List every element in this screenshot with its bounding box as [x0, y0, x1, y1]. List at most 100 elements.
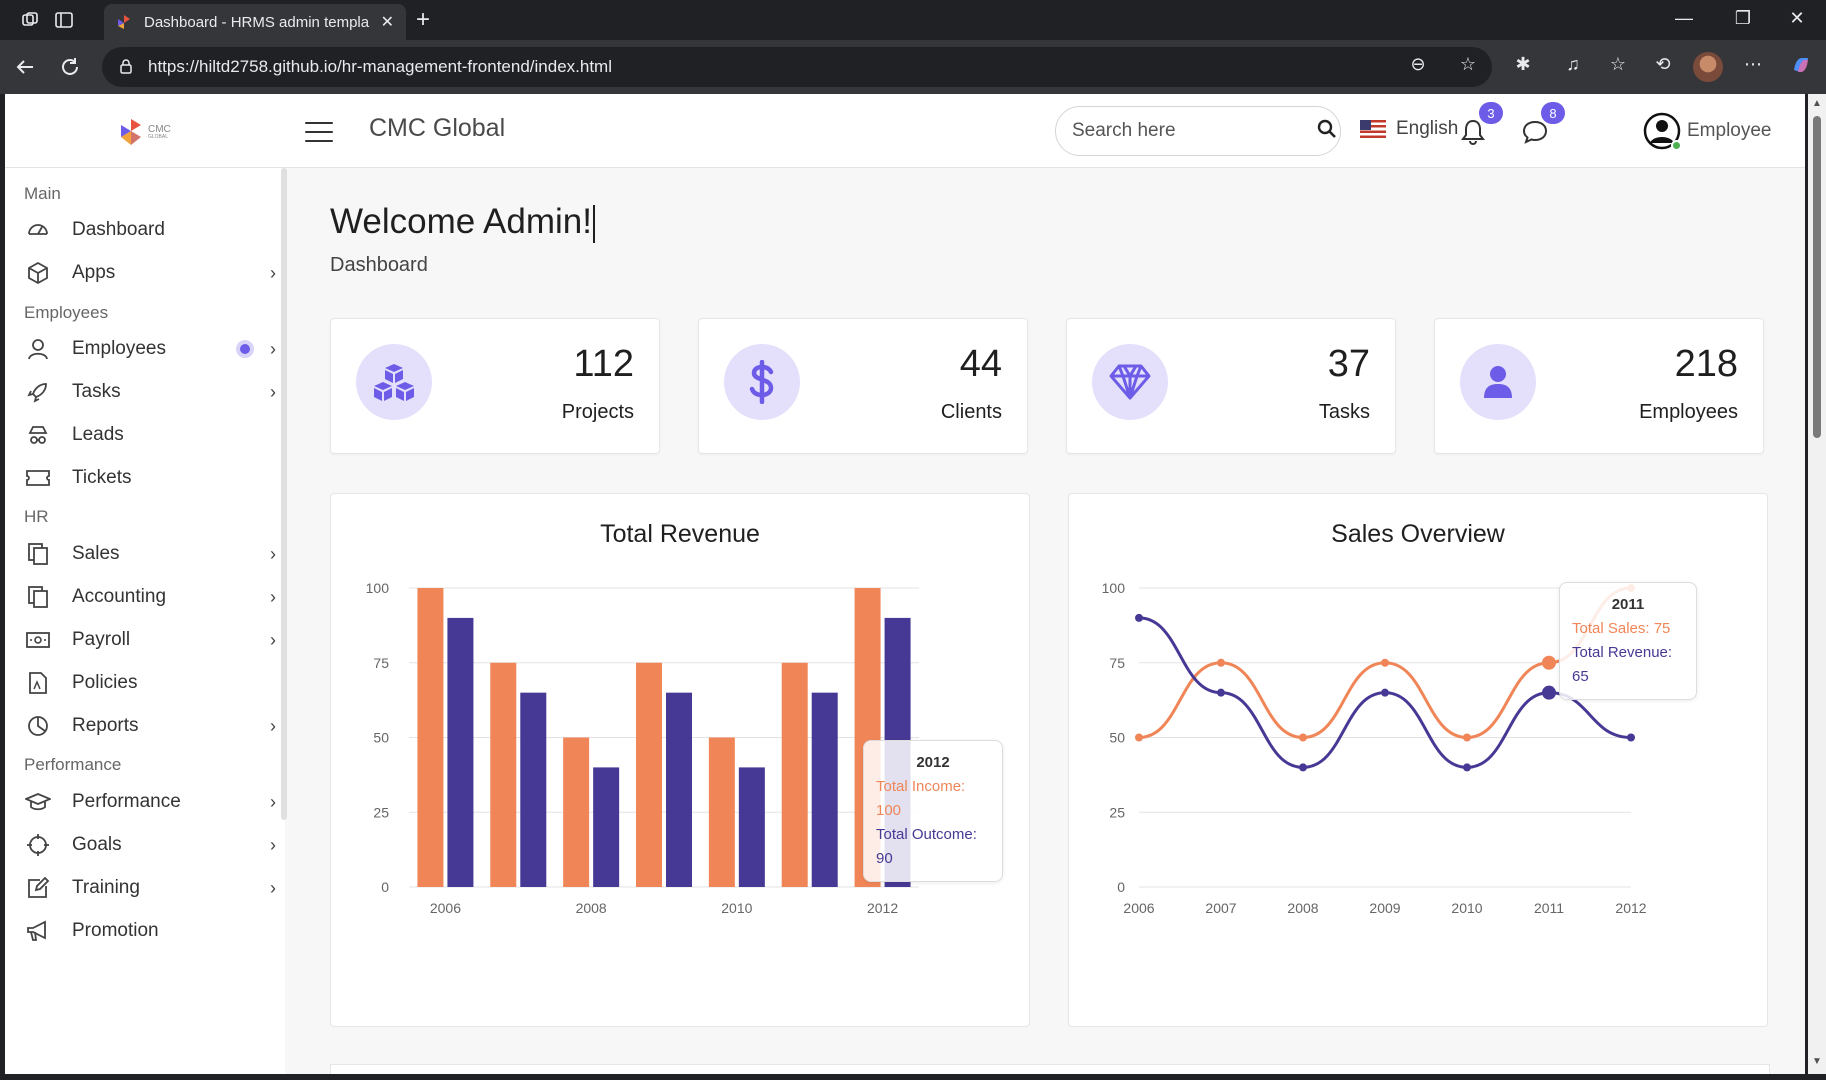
extensions-icon[interactable]: ✱ [1510, 54, 1536, 75]
next-row-cards [330, 1064, 1770, 1074]
sidebar-item-label: Training [72, 877, 140, 898]
back-icon[interactable] [12, 54, 38, 80]
megaphone-icon [24, 917, 52, 945]
sidebar-item-payroll[interactable]: Payroll › [24, 620, 276, 660]
stat-card-employees[interactable]: 218 Employees [1434, 318, 1764, 454]
sidebar: Main Dashboard Apps › Employees Employee… [5, 168, 285, 1074]
total-revenue-card: Total Revenue 0 25 50 75 100 2006 2008 2010 2012… [330, 493, 1030, 1027]
scroll-up-arrow-icon[interactable]: ▲ [1812, 98, 1822, 109]
stat-card-clients[interactable]: 44 Clients [698, 318, 1028, 454]
logo[interactable]: CMC GLOBAL [117, 116, 177, 148]
data-point [1463, 763, 1471, 772]
sidebar-item-label: Apps [72, 262, 116, 283]
sidebar-item-label: Dashboard [72, 219, 165, 240]
sidebar-item-policies[interactable]: Policies [24, 663, 276, 703]
bar-outcome [593, 767, 620, 887]
x-tick-label: 2011 [1534, 900, 1564, 916]
sidebar-item-promotion[interactable]: Promotion [24, 911, 276, 951]
tab-title: Dashboard - HRMS admin templa [144, 13, 370, 31]
notifications-button[interactable]: 3 [1457, 102, 1503, 148]
stat-label: Employees [1639, 401, 1738, 423]
language-label: English [1396, 118, 1459, 139]
more-menu-icon[interactable]: ⋯ [1740, 54, 1766, 75]
favorites-icon[interactable]: ☆ [1605, 54, 1631, 75]
us-flag-icon [1360, 120, 1386, 138]
tab-close-icon[interactable]: ✕ [381, 12, 394, 32]
breadcrumb: Dashboard [330, 254, 428, 276]
bar-outcome [447, 617, 474, 887]
chevron-right-icon: › [270, 834, 276, 855]
messages-button[interactable]: 8 [1519, 102, 1565, 148]
language-selector[interactable]: English [1360, 118, 1458, 140]
lock-icon[interactable] [118, 58, 134, 77]
chat-icon [1522, 120, 1548, 144]
bar-income [490, 662, 517, 887]
stat-card-projects[interactable]: 112 Projects [330, 318, 660, 454]
favorite-star-icon[interactable]: ☆ [1455, 54, 1481, 75]
data-point [1627, 733, 1635, 742]
page-scrollbar[interactable]: ▲ ▼ [1808, 94, 1826, 1074]
workspaces-icon[interactable] [18, 8, 42, 32]
tooltip-title: 2011 [1611, 596, 1645, 613]
sidebar-scrollbar[interactable] [281, 168, 287, 820]
copilot-icon[interactable] [1788, 54, 1814, 81]
files-icon [24, 540, 52, 568]
sidebar-item-label: Tasks [72, 381, 121, 402]
welcome-text: Welcome Admin! [330, 202, 592, 241]
chevron-right-icon: › [270, 877, 276, 898]
x-tick-label: 2007 [1205, 900, 1236, 916]
sidebar-item-sales[interactable]: Sales › [24, 534, 276, 574]
tooltip-outcome: Total Outcome: 90 [876, 826, 977, 867]
sidebar-item-tickets[interactable]: Tickets [24, 458, 276, 498]
data-point [1217, 658, 1225, 667]
sidebar-item-training[interactable]: Training › [24, 868, 276, 908]
sidebar-item-employees[interactable]: Employees › [24, 329, 276, 369]
sidebar-item-label: Sales [72, 543, 120, 564]
x-tick-label: 2010 [1451, 900, 1482, 916]
reader-mode-icon[interactable]: ⊖ [1405, 54, 1431, 75]
stat-card-tasks[interactable]: 37 Tasks [1066, 318, 1396, 454]
scrollbar-thumb[interactable] [1813, 116, 1821, 438]
restore-icon[interactable]: ❐ [1728, 8, 1758, 29]
sidebar-item-performance[interactable]: Performance › [24, 782, 276, 822]
refresh-icon[interactable] [57, 54, 83, 80]
crosshair-icon [24, 831, 52, 859]
bar-outcome [666, 692, 692, 887]
vertical-tabs-icon[interactable] [52, 8, 76, 32]
profile-avatar[interactable] [1693, 52, 1723, 82]
bar-outcome [811, 692, 838, 887]
sidebar-item-goals[interactable]: Goals › [24, 825, 276, 865]
sidebar-item-accounting[interactable]: Accounting › [24, 577, 276, 617]
sidebar-item-dashboard[interactable]: Dashboard [24, 210, 276, 250]
sales-overview-card: Sales Overview 0 25 50 75 100 2006 2007 2008 200… [1068, 493, 1768, 1027]
media-icon[interactable]: ♫ [1560, 54, 1586, 75]
minimize-icon[interactable]: — [1669, 8, 1699, 29]
graduation-cap-icon [24, 788, 52, 816]
user-menu[interactable]: Employee [1643, 112, 1772, 151]
close-window-icon[interactable]: ✕ [1782, 8, 1812, 29]
menu-toggle-button[interactable] [305, 122, 333, 142]
address-bar[interactable]: https://hiltd2758.github.io/hr-managemen… [102, 47, 1492, 87]
browser-tab[interactable]: Dashboard - HRMS admin templa ✕ [104, 4, 406, 40]
y-tick-label: 75 [373, 655, 389, 671]
search-input[interactable] [1072, 120, 1317, 142]
sidebar-item-tasks[interactable]: Tasks › [24, 372, 276, 412]
sidebar-item-leads[interactable]: Leads [24, 415, 276, 455]
sidebar-item-label: Employees [72, 338, 166, 359]
search-icon[interactable] [1317, 119, 1337, 144]
sidebar-item-apps[interactable]: Apps › [24, 253, 276, 293]
sidebar-section-performance: Performance [24, 755, 122, 774]
browser-titlebar: Dashboard - HRMS admin templa ✕ + — ❐ ✕ [0, 0, 1826, 40]
diamond-icon [1092, 344, 1168, 420]
new-tab-icon[interactable]: + [416, 8, 430, 32]
money-icon [24, 626, 52, 654]
online-status-dot [1671, 140, 1682, 151]
sidebar-item-label: Leads [72, 424, 124, 445]
cubes-icon [356, 344, 432, 420]
chevron-right-icon: › [270, 791, 276, 812]
sidebar-item-label: Payroll [72, 629, 131, 650]
history-icon[interactable]: ⟲ [1650, 54, 1676, 75]
web-page: CMC GLOBAL CMC Global English 3 8 [5, 94, 1805, 1074]
sidebar-item-reports[interactable]: Reports › [24, 706, 276, 746]
scroll-down-arrow-icon[interactable]: ▼ [1812, 1056, 1822, 1067]
